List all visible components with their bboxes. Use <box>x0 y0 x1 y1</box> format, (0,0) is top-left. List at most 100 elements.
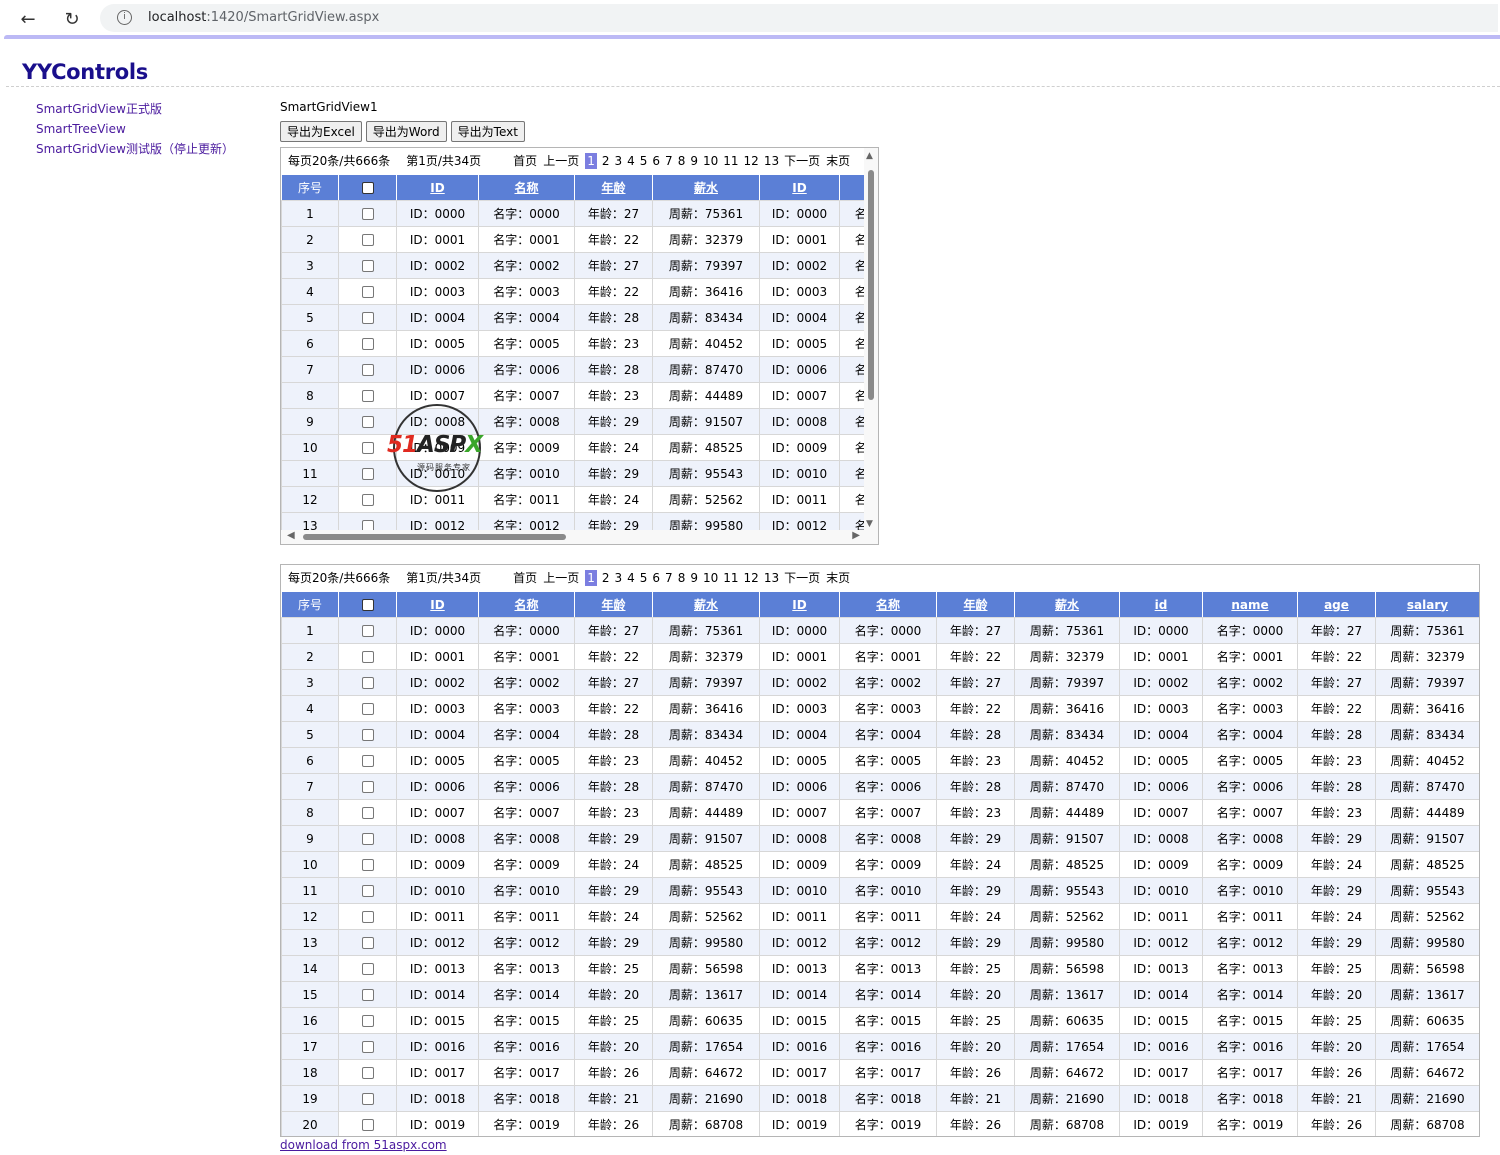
row-checkbox[interactable] <box>361 1093 374 1105</box>
column-header[interactable]: ID <box>396 591 479 618</box>
column-header[interactable]: name <box>1202 591 1298 618</box>
column-header[interactable]: 名称 <box>839 174 866 201</box>
sidebar-item-smartgridview-beta[interactable]: SmartGridView测试版（停止更新） <box>36 141 234 161</box>
scroll-left-icon[interactable]: ◀ <box>287 530 295 541</box>
pager-page-link[interactable]: 6 <box>652 148 660 174</box>
pager-page-link[interactable]: 2 <box>602 148 610 174</box>
address-bar[interactable]: i localhost:1420/SmartGridView.aspx <box>100 4 1498 32</box>
pager-page-link[interactable]: 10 <box>703 565 718 591</box>
scroll-down-icon[interactable]: ▼ <box>866 519 873 529</box>
column-header[interactable]: 年龄 <box>574 174 653 201</box>
scrollbar-thumb[interactable] <box>303 534 566 540</box>
row-checkbox[interactable] <box>361 260 374 272</box>
pager-page-link[interactable]: 8 <box>678 148 686 174</box>
column-header[interactable]: 薪水 <box>1014 591 1120 618</box>
export-word-button[interactable]: 导出为Word <box>365 121 447 142</box>
row-checkbox[interactable] <box>361 416 374 428</box>
column-header[interactable]: id <box>1119 591 1203 618</box>
pager-page-link[interactable]: 10 <box>703 148 718 174</box>
row-checkbox[interactable] <box>361 885 374 897</box>
pager-prev-link[interactable]: 上一页 <box>543 148 579 174</box>
pager-last-link[interactable]: 末页 <box>826 148 850 174</box>
row-checkbox[interactable] <box>361 364 374 376</box>
pager-page-link[interactable]: 4 <box>627 148 635 174</box>
row-checkbox[interactable] <box>361 833 374 845</box>
column-header[interactable]: ID <box>396 174 479 201</box>
row-checkbox[interactable] <box>361 989 374 1001</box>
row-checkbox[interactable] <box>361 729 374 741</box>
scroll-right-icon[interactable]: ▶ <box>852 530 860 541</box>
select-all-checkbox[interactable] <box>361 599 374 611</box>
pager-page-link[interactable]: 7 <box>665 148 673 174</box>
row-checkbox[interactable] <box>361 338 374 350</box>
vertical-scrollbar[interactable]: ▲ ▼ <box>864 148 878 532</box>
row-checkbox[interactable] <box>361 781 374 793</box>
column-header[interactable]: ID <box>759 174 840 201</box>
pager-last-link[interactable]: 末页 <box>826 565 850 591</box>
row-checkbox[interactable] <box>361 234 374 246</box>
pager-next-link[interactable]: 下一页 <box>784 565 820 591</box>
pager-page-link[interactable]: 12 <box>744 148 759 174</box>
row-checkbox[interactable] <box>361 1067 374 1079</box>
scroll-up-icon[interactable]: ▲ <box>866 151 873 161</box>
row-checkbox[interactable] <box>361 390 374 402</box>
select-all-checkbox[interactable] <box>361 182 374 194</box>
pager-page-link[interactable]: 9 <box>690 148 698 174</box>
row-checkbox[interactable] <box>361 1015 374 1027</box>
row-checkbox[interactable] <box>361 963 374 975</box>
row-checkbox[interactable] <box>361 625 374 637</box>
column-header[interactable]: 年龄 <box>936 591 1015 618</box>
pager-page-link[interactable]: 8 <box>678 565 686 591</box>
pager-page-link[interactable]: 5 <box>640 565 648 591</box>
row-checkbox[interactable] <box>361 677 374 689</box>
pager-first-link[interactable]: 首页 <box>513 565 537 591</box>
site-info-icon[interactable]: i <box>117 10 132 25</box>
reload-icon[interactable]: ↻ <box>60 7 84 31</box>
column-header[interactable]: 薪水 <box>652 174 760 201</box>
row-checkbox[interactable] <box>361 468 374 480</box>
pager-page-link[interactable]: 6 <box>652 565 660 591</box>
pager-page-link[interactable]: 11 <box>723 148 738 174</box>
pager-page-link[interactable]: 13 <box>764 148 779 174</box>
column-header[interactable]: 名称 <box>478 174 575 201</box>
row-checkbox[interactable] <box>361 703 374 715</box>
pager-page-link[interactable]: 3 <box>614 148 622 174</box>
pager-page-link[interactable]: 4 <box>627 565 635 591</box>
scrollbar-thumb[interactable] <box>868 170 874 400</box>
row-checkbox[interactable] <box>361 755 374 767</box>
pager-page-link[interactable]: 9 <box>690 565 698 591</box>
column-header[interactable]: 名称 <box>478 591 575 618</box>
pager-first-link[interactable]: 首页 <box>513 148 537 174</box>
download-link[interactable]: download from 51aspx.com <box>280 1138 447 1152</box>
pager-next-link[interactable]: 下一页 <box>784 148 820 174</box>
row-checkbox[interactable] <box>361 494 374 506</box>
row-checkbox[interactable] <box>361 208 374 220</box>
pager-prev-link[interactable]: 上一页 <box>543 565 579 591</box>
row-checkbox[interactable] <box>361 312 374 324</box>
row-checkbox[interactable] <box>361 286 374 298</box>
row-checkbox[interactable] <box>361 651 374 663</box>
pager-page-link[interactable]: 3 <box>614 565 622 591</box>
sidebar-item-smartgridview[interactable]: SmartGridView正式版 <box>36 101 234 121</box>
row-checkbox[interactable] <box>361 911 374 923</box>
horizontal-scrollbar[interactable]: ◀ ▶ <box>281 530 878 544</box>
pager-page-link[interactable]: 13 <box>764 565 779 591</box>
back-arrow-icon[interactable]: ← <box>16 7 40 31</box>
row-checkbox[interactable] <box>361 442 374 454</box>
export-text-button[interactable]: 导出为Text <box>450 121 525 142</box>
column-header[interactable]: ID <box>759 591 840 618</box>
row-checkbox[interactable] <box>361 937 374 949</box>
column-header[interactable]: age <box>1297 591 1376 618</box>
sidebar-item-smarttreeview[interactable]: SmartTreeView <box>36 121 234 141</box>
pager-page-link[interactable]: 12 <box>744 565 759 591</box>
column-header[interactable]: 年龄 <box>574 591 653 618</box>
pager-page-link[interactable]: 2 <box>602 565 610 591</box>
row-checkbox[interactable] <box>361 1041 374 1053</box>
pager-page-link[interactable]: 5 <box>640 148 648 174</box>
row-checkbox[interactable] <box>361 807 374 819</box>
column-header[interactable]: 名称 <box>839 591 937 618</box>
column-header[interactable]: 薪水 <box>652 591 760 618</box>
row-checkbox[interactable] <box>361 859 374 871</box>
export-excel-button[interactable]: 导出为Excel <box>280 121 362 142</box>
pager-page-link[interactable]: 7 <box>665 565 673 591</box>
